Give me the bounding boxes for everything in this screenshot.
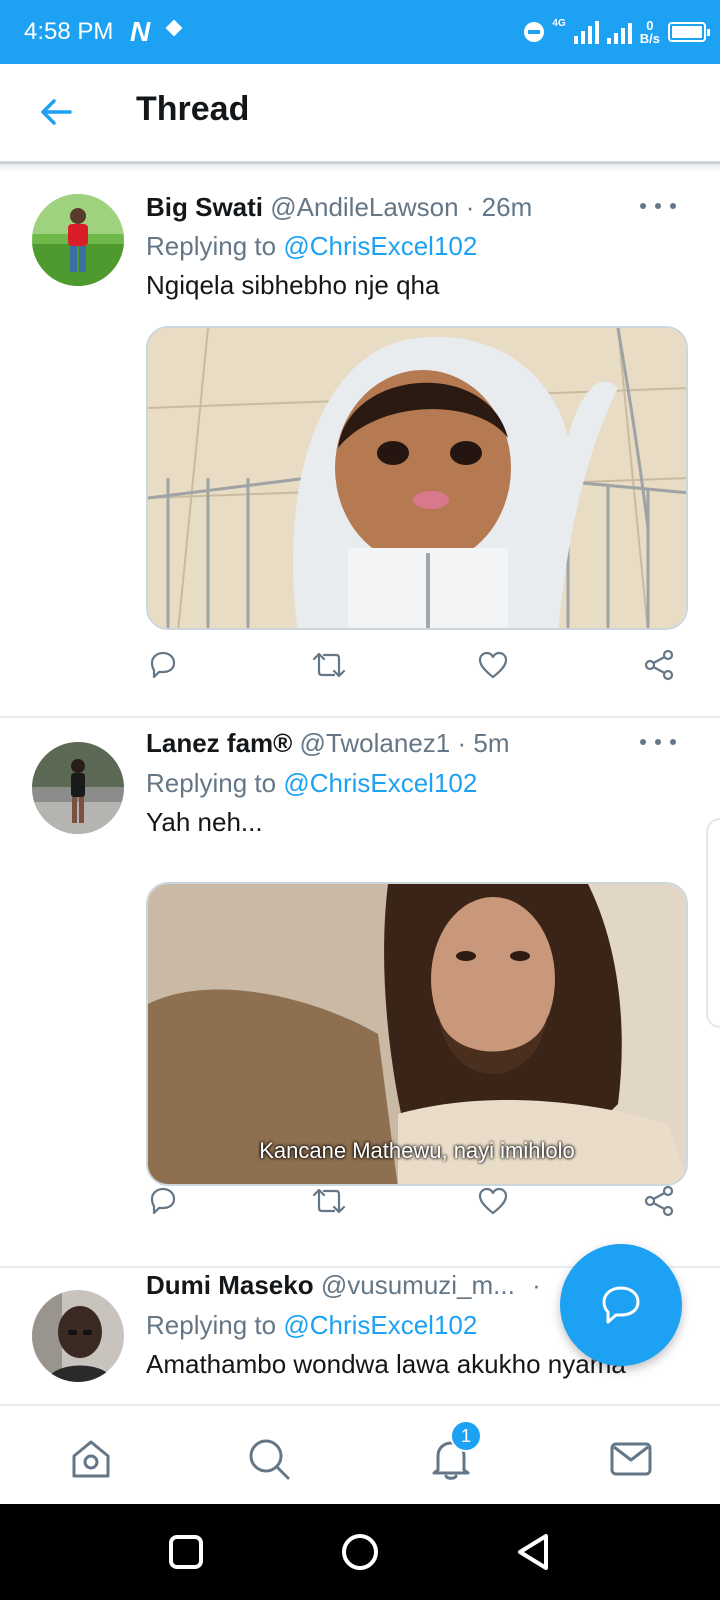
home-icon [72,1440,110,1478]
nav-home[interactable] [68,1436,114,1482]
share-icon [644,649,674,681]
battery-icon [668,22,710,42]
more-options-button[interactable] [640,196,676,216]
back-system-button[interactable] [512,1530,556,1574]
location-icon [165,19,183,37]
status-indicators: 4G 0 B/s [524,14,710,50]
avatar[interactable] [32,742,124,834]
avatar[interactable] [32,1290,124,1382]
system-navigation-bar [0,1504,720,1600]
retweet-icon [312,652,346,678]
handle[interactable]: @vusumuzi_m... [321,1270,515,1300]
tweet[interactable]: Lanez fam® @Twolanez1 · 5m Replying to @… [0,718,720,1266]
avatar[interactable] [32,194,124,286]
share-button[interactable] [642,648,682,688]
circle-icon [342,1534,378,1570]
do-not-disturb-icon [524,22,545,42]
tweet-media[interactable] [146,326,688,630]
search-icon [249,1439,290,1480]
mention-link[interactable]: @ChrisExcel102 [283,768,477,798]
nav-search[interactable] [246,1436,292,1482]
tweet-actions [146,648,692,688]
reply-bubble-icon [602,1286,640,1324]
tweet-text: Ngiqela sibhebho nje qha [146,270,440,300]
replying-to: Replying to @ChrisExcel102 [146,766,477,800]
compose-reply-button[interactable] [560,1244,682,1366]
signal-icon-2 [606,20,632,44]
handle[interactable]: @AndileLawson [270,192,458,222]
top-bar: Thread [0,64,720,162]
like-button[interactable] [476,1184,516,1224]
reply-icon [150,1187,176,1215]
tweet-header: Dumi Maseko @vusumuzi_m... · [146,1268,541,1302]
share-icon [644,1185,674,1217]
handle[interactable]: @Twolanez1 [300,728,451,758]
timestamp: · [532,1270,541,1300]
status-bar: 4:58 PM N 4G 0 B/s [0,0,720,64]
avatar-image [32,194,124,286]
media-image [148,328,686,628]
side-panel-handle[interactable] [706,818,720,1028]
app-notification-icon: N [130,16,151,47]
timestamp: · 26m [465,192,533,222]
avatar-image [32,1290,124,1382]
display-name[interactable]: Lanez fam® [146,728,292,758]
signal-icon [573,20,599,44]
reply-icon [150,651,176,679]
tweet-text: Yah neh... [146,807,263,837]
tweet-header: Lanez fam® @Twolanez1 · 5m [146,726,509,760]
replying-prefix: Replying to [146,231,284,261]
arrow-left-icon [41,99,72,125]
replying-prefix: Replying to [146,768,284,798]
retweet-button[interactable] [310,648,350,688]
avatar-image [32,742,124,834]
replying-to: Replying to @ChrisExcel102 [146,229,477,263]
tweet-text: Amathambo wondwa lawa akukho nyama [146,1349,626,1379]
retweet-button[interactable] [310,1184,350,1224]
like-icon [478,651,508,679]
home-system-button[interactable] [338,1530,382,1574]
like-icon [478,1187,508,1215]
tweet[interactable]: Big Swati @AndileLawson · 26m Replying t… [0,172,720,716]
mention-link[interactable]: @ChrisExcel102 [283,1310,477,1340]
nav-messages[interactable] [608,1436,654,1482]
status-time: 4:58 PM [24,18,114,45]
reply-button[interactable] [146,648,186,688]
media-caption: Kancane Mathewu, nayi imihlolo [259,1138,575,1163]
tweet-media[interactable]: Kancane Mathewu, nayi imihlolo [146,882,688,1186]
retweet-icon [312,1188,346,1214]
display-name[interactable]: Big Swati [146,192,263,222]
timestamp: · 5m [457,728,510,758]
mention-link[interactable]: @ChrisExcel102 [283,231,477,261]
reply-button[interactable] [146,1184,186,1224]
network-speed: 0 B/s [640,19,660,45]
display-name[interactable]: Dumi Maseko [146,1270,314,1300]
network-type: 4G [552,18,566,29]
like-button[interactable] [476,648,516,688]
more-options-button[interactable] [640,732,676,752]
square-icon [169,1535,203,1569]
recent-apps-button[interactable] [164,1530,208,1574]
notification-badge: 1 [450,1420,482,1452]
back-button[interactable] [36,92,76,132]
speed-unit: B/s [639,31,660,46]
tweet-actions [146,1184,692,1224]
page-title: Thread [136,90,250,128]
messages-icon [610,1442,652,1476]
triangle-back-icon [518,1534,548,1570]
replying-prefix: Replying to [146,1310,284,1340]
share-button[interactable] [642,1184,682,1224]
bottom-navigation: 1 [0,1404,720,1504]
replying-to: Replying to @ChrisExcel102 [146,1308,477,1342]
header-divider [0,162,720,172]
tweet-header: Big Swati @AndileLawson · 26m [146,190,532,224]
